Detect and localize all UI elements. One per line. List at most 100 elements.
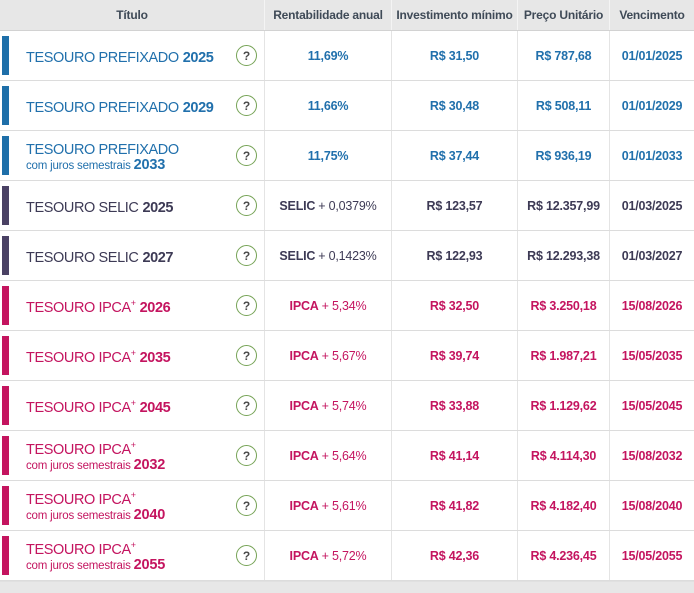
table-row[interactable]: TESOURO IPCA+ 2026 ? IPCA + 5,34% R$ 32,50…	[0, 281, 694, 331]
table-row[interactable]: TESOURO IPCA+ com juros semestrais 2032 ?…	[0, 431, 694, 481]
bond-color-bar	[2, 386, 9, 425]
plus-superscript-icon: +	[130, 440, 136, 451]
header-titulo: Título	[0, 0, 265, 30]
minimum-investment-cell: R$ 32,50	[392, 281, 518, 330]
table-row[interactable]: TESOURO IPCA+ com juros semestrais 2055 ?…	[0, 531, 694, 581]
table-row[interactable]: TESOURO PREFIXADO 2029 ? 11,66% R$ 30,48 …	[0, 81, 694, 131]
bond-color-bar	[2, 36, 9, 75]
help-question-icon[interactable]: ?	[236, 445, 257, 466]
minimum-investment-cell: R$ 30,48	[392, 81, 518, 130]
bond-title: TESOURO IPCA+ com juros semestrais 2055	[26, 537, 165, 574]
unit-price-cell: R$ 4.182,40	[518, 481, 610, 530]
table-row[interactable]: TESOURO IPCA+ 2035 ? IPCA + 5,67% R$ 39,74…	[0, 331, 694, 381]
bond-title: TESOURO IPCA+ 2026	[26, 295, 171, 316]
rate-value: + 5,67%	[321, 348, 367, 363]
bond-year: 2026	[139, 299, 171, 316]
table-row[interactable]: TESOURO PREFIXADO 2025 ? 11,69% R$ 31,50 …	[0, 31, 694, 81]
bond-name: TESOURO IPCA+	[26, 540, 136, 558]
annual-rate-cell: 11,66%	[265, 81, 392, 130]
bond-year: 2025	[142, 199, 174, 216]
help-question-icon[interactable]: ?	[236, 145, 257, 166]
unit-price-cell: R$ 3.250,18	[518, 281, 610, 330]
help-question-icon[interactable]: ?	[236, 295, 257, 316]
bond-subtitle-year: 2055	[133, 556, 166, 573]
bond-year: 2045	[139, 399, 171, 416]
annual-rate-cell: SELIC + 0,1423%	[265, 231, 392, 280]
annual-rate-cell: IPCA + 5,74%	[265, 381, 392, 430]
table-body: TESOURO PREFIXADO 2025 ? 11,69% R$ 31,50 …	[0, 31, 694, 581]
table-row[interactable]: TESOURO SELIC 2025 ? SELIC + 0,0379% R$ 12…	[0, 181, 694, 231]
bond-title: TESOURO IPCA+ com juros semestrais 2032	[26, 437, 165, 474]
bond-title-cell[interactable]: TESOURO SELIC 2025 ?	[0, 181, 265, 230]
annual-rate-cell: SELIC + 0,0379%	[265, 181, 392, 230]
bond-year: 2035	[139, 349, 171, 366]
rate-index-label: SELIC	[279, 248, 316, 263]
bond-title-cell[interactable]: TESOURO IPCA+ 2035 ?	[0, 331, 265, 380]
bond-name: TESOURO PREFIXADO 2025	[26, 49, 214, 66]
bond-title-cell[interactable]: TESOURO PREFIXADO com juros semestrais 20…	[0, 131, 265, 180]
maturity-date-cell: 15/08/2026	[621, 298, 683, 313]
bond-subtitle-year: 2033	[133, 156, 166, 173]
bond-name: TESOURO SELIC 2025	[26, 199, 174, 216]
help-question-icon[interactable]: ?	[236, 345, 257, 366]
bond-title-cell[interactable]: TESOURO SELIC 2027 ?	[0, 231, 265, 280]
help-question-icon[interactable]: ?	[236, 195, 257, 216]
help-question-icon[interactable]: ?	[236, 545, 257, 566]
bond-title-cell[interactable]: TESOURO PREFIXADO 2025 ?	[0, 31, 265, 80]
bond-title-cell[interactable]: TESOURO IPCA+ com juros semestrais 2032 ?	[0, 431, 265, 480]
maturity-date-cell: 01/01/2025	[621, 48, 683, 63]
header-preco-unitario: Preço Unitário	[518, 0, 610, 30]
minimum-investment-cell: R$ 122,93	[392, 231, 518, 280]
annual-rate-cell: IPCA + 5,72%	[265, 531, 392, 580]
plus-superscript-icon: +	[130, 398, 136, 409]
table-row[interactable]: TESOURO IPCA+ 2045 ? IPCA + 5,74% R$ 33,88…	[0, 381, 694, 431]
bond-color-bar	[2, 436, 9, 475]
annual-rate-cell: IPCA + 5,64%	[265, 431, 392, 480]
table-row[interactable]: TESOURO SELIC 2027 ? SELIC + 0,1423% R$ 12…	[0, 231, 694, 281]
bond-title-cell[interactable]: TESOURO IPCA+ com juros semestrais 2040 ?	[0, 481, 265, 530]
unit-price-cell: R$ 936,19	[518, 131, 610, 180]
bond-title: TESOURO IPCA+ 2035	[26, 345, 171, 366]
annual-rate-cell: 11,69%	[265, 31, 392, 80]
help-question-icon[interactable]: ?	[236, 495, 257, 516]
table-header: Título Rentabilidade anual Investimento …	[0, 0, 694, 31]
bond-title-cell[interactable]: TESOURO IPCA+ 2045 ?	[0, 381, 265, 430]
maturity-date-cell: 01/03/2025	[621, 198, 683, 213]
minimum-investment-cell: R$ 41,14	[392, 431, 518, 480]
unit-price-cell: R$ 1.987,21	[518, 331, 610, 380]
header-investimento-minimo: Investimento mínimo	[392, 0, 518, 30]
bond-name: TESOURO SELIC 2027	[26, 249, 174, 266]
minimum-investment-cell: R$ 123,57	[392, 181, 518, 230]
rate-value: + 5,72%	[321, 548, 367, 563]
annual-rate-cell: IPCA + 5,34%	[265, 281, 392, 330]
annual-rate-cell: IPCA + 5,67%	[265, 331, 392, 380]
rate-index-label: IPCA	[289, 548, 319, 563]
rate-value: + 5,34%	[321, 298, 367, 313]
bond-title: TESOURO PREFIXADO 2025	[26, 45, 214, 66]
bond-color-bar	[2, 86, 9, 125]
plus-superscript-icon: +	[130, 540, 136, 551]
bond-title-cell[interactable]: TESOURO IPCA+ com juros semestrais 2055 ?	[0, 531, 265, 580]
unit-price-cell: R$ 1.129,62	[518, 381, 610, 430]
help-question-icon[interactable]: ?	[236, 45, 257, 66]
table-row[interactable]: TESOURO PREFIXADO com juros semestrais 20…	[0, 131, 694, 181]
maturity-date-cell: 15/05/2035	[621, 348, 683, 363]
rate-index-label: 11,69%	[307, 48, 349, 63]
bond-price-table: Título Rentabilidade anual Investimento …	[0, 0, 694, 593]
help-question-icon[interactable]: ?	[236, 95, 257, 116]
bond-color-bar	[2, 486, 9, 525]
bond-title-cell[interactable]: TESOURO PREFIXADO 2029 ?	[0, 81, 265, 130]
plus-superscript-icon: +	[130, 490, 136, 501]
help-question-icon[interactable]: ?	[236, 395, 257, 416]
bond-title-cell[interactable]: TESOURO IPCA+ 2026 ?	[0, 281, 265, 330]
unit-price-cell: R$ 4.236,45	[518, 531, 610, 580]
bond-color-bar	[2, 536, 9, 575]
bond-subtitle: com juros semestrais 2055	[26, 556, 166, 573]
header-rentabilidade-anual: Rentabilidade anual	[265, 0, 392, 30]
unit-price-cell: R$ 787,68	[518, 31, 610, 80]
unit-price-cell: R$ 4.114,30	[518, 431, 610, 480]
help-question-icon[interactable]: ?	[236, 245, 257, 266]
unit-price-cell: R$ 12.293,38	[518, 231, 610, 280]
unit-price-cell: R$ 508,11	[518, 81, 610, 130]
table-row[interactable]: TESOURO IPCA+ com juros semestrais 2040 ?…	[0, 481, 694, 531]
